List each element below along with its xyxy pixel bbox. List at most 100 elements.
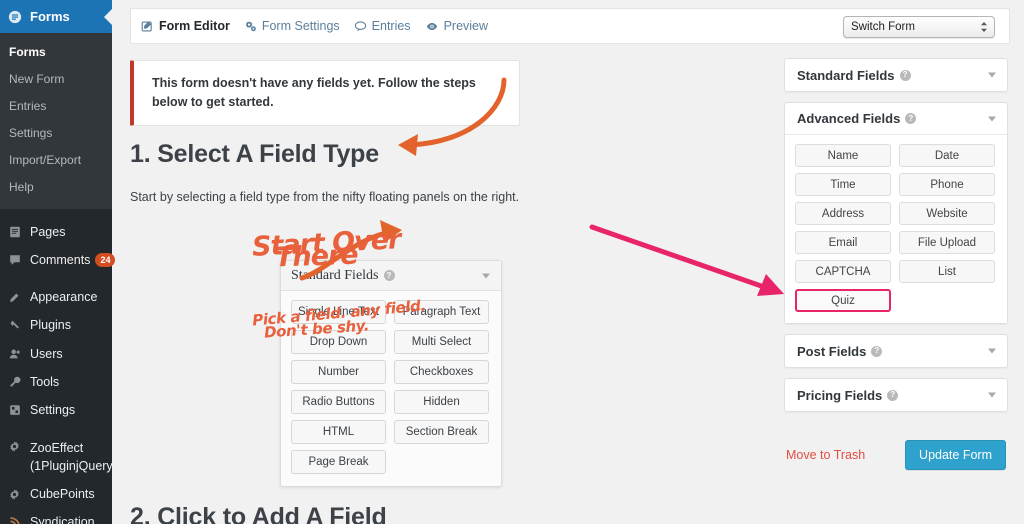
handwritten-start-over: Start Over [251, 224, 402, 263]
main-content: Form Editor Form Settings Entries Previe… [112, 0, 1024, 524]
field-button-page-break[interactable]: Page Break [291, 450, 386, 474]
field-button-phone[interactable]: Phone [899, 173, 995, 196]
sidebar-item-syndication[interactable]: Syndication [0, 508, 112, 524]
floating-panel-header[interactable]: Standard Fields ? [281, 261, 501, 291]
sidebar-item-cubepoints-label: CubePoints [30, 487, 95, 502]
field-button-radio-buttons[interactable]: Radio Buttons [291, 390, 386, 414]
submenu-item-settings[interactable]: Settings [0, 120, 112, 147]
field-button-captcha[interactable]: CAPTCHA [795, 260, 891, 283]
field-button-section-break[interactable]: Section Break [394, 420, 489, 444]
tab-entries[interactable]: Entries [354, 19, 411, 33]
submenu-item-new-form[interactable]: New Form [0, 66, 112, 93]
sidebar-item-forms[interactable]: Forms [0, 0, 113, 33]
help-icon[interactable]: ? [383, 270, 395, 281]
switch-form-select[interactable]: Switch Form [843, 16, 995, 38]
panel-standard-fields-title: Standard Fields [797, 67, 895, 83]
field-button-website[interactable]: Website [899, 202, 995, 225]
panel-standard-fields: Standard Fields ? [784, 58, 1008, 92]
help-icon[interactable]: ? [887, 389, 899, 401]
field-button-name[interactable]: Name [795, 144, 891, 167]
field-button-file-upload[interactable]: File Upload [899, 231, 995, 254]
step-2-heading: 2. Click to Add A Field [130, 503, 387, 524]
submenu-item-help[interactable]: Help [0, 174, 112, 201]
rss-icon [8, 516, 25, 524]
submenu-item-entries[interactable]: Entries [0, 93, 112, 120]
advanced-field-button-grid: Name Date Time Phone Address Website Ema… [795, 144, 997, 312]
field-button-address[interactable]: Address [795, 202, 891, 225]
update-form-button[interactable]: Update Form [905, 440, 1006, 470]
empty-form-notice-text: This form doesn't have any fields yet. F… [152, 76, 476, 109]
field-button-checkboxes[interactable]: Checkboxes [394, 360, 489, 384]
field-button-hidden[interactable]: Hidden [394, 390, 489, 414]
submenu-label: Entries [9, 99, 47, 113]
sidebar-item-pages-label: Pages [30, 225, 66, 239]
sidebar-item-users[interactable]: Users [0, 340, 112, 368]
menu-divider [0, 209, 112, 218]
users-icon [8, 347, 25, 361]
sidebar-item-plugins-label: Plugins [30, 318, 71, 333]
step-1-description: Start by selecting a field type from the… [130, 190, 520, 204]
tab-preview[interactable]: Preview [425, 19, 488, 33]
sidebar-item-appearance-label: Appearance [30, 290, 98, 305]
field-button-multi-select[interactable]: Multi Select [394, 330, 489, 354]
gravity-forms-editor-screen: Forms Forms New Form Entries Settings Im… [0, 0, 1024, 524]
sidebar-item-appearance[interactable]: Appearance [0, 283, 112, 311]
field-button-drop-down[interactable]: Drop Down [291, 330, 386, 354]
panel-advanced-fields-header[interactable]: Advanced Fields ? [785, 103, 1007, 135]
chevron-down-icon[interactable] [988, 348, 996, 354]
sidebar-item-tools[interactable]: Tools [0, 368, 112, 396]
submenu-item-forms[interactable]: Forms [0, 39, 112, 66]
submenu-label: Help [9, 180, 34, 194]
chevron-down-icon[interactable] [988, 72, 996, 78]
help-icon[interactable]: ? [905, 113, 917, 124]
tab-form-editor[interactable]: Form Editor [141, 19, 230, 33]
chevron-down-icon[interactable] [988, 116, 996, 121]
field-button-email[interactable]: Email [795, 231, 891, 254]
step-1-heading: 1. Select A Field Type [130, 140, 379, 168]
sidebar-item-pages[interactable]: Pages [0, 218, 112, 246]
pages-icon [8, 225, 25, 239]
pink-arrow-pointing-to-quiz-button [589, 224, 784, 296]
field-button-single-line-text[interactable]: Single Line Text [291, 300, 386, 324]
sidebar-item-zooeffect-sublabel: (1PluginjQuery) [30, 459, 117, 473]
sidebar-item-syndication-label: Syndication [30, 515, 95, 524]
tab-form-settings-label: Form Settings [261, 19, 340, 33]
admin-sidebar: Forms Forms New Form Entries Settings Im… [0, 0, 117, 524]
forms-icon [8, 10, 25, 24]
sidebar-item-settings[interactable]: Settings [0, 396, 112, 424]
panel-post-fields-header[interactable]: Post Fields ? [785, 335, 1007, 367]
sidebar-item-users-label: Users [30, 346, 63, 361]
panel-pricing-fields-title: Pricing Fields [797, 387, 883, 403]
field-button-number[interactable]: Number [291, 360, 386, 384]
field-button-quiz[interactable]: Quiz [795, 289, 891, 312]
panel-advanced-fields: Advanced Fields ? Name Date Time Phone A… [784, 102, 1008, 324]
form-actions: Move to Trash Update Form [784, 440, 1008, 470]
move-to-trash-link[interactable]: Move to Trash [786, 448, 865, 462]
sidebar-item-cubepoints[interactable]: CubePoints [0, 480, 112, 508]
panel-pricing-fields-header[interactable]: Pricing Fields ? [785, 379, 1007, 411]
appearance-icon [8, 290, 25, 304]
empty-form-notice: This form doesn't have any fields yet. F… [130, 60, 520, 126]
switch-form-value: Switch Form [851, 21, 915, 33]
field-button-paragraph-text[interactable]: Paragraph Text [394, 300, 489, 324]
help-icon[interactable]: ? [899, 69, 911, 81]
field-button-date[interactable]: Date [899, 144, 995, 167]
sidebar-item-zooeffect[interactable]: ZooEffect (1PluginjQuery) [0, 433, 117, 480]
sidebar-item-plugins[interactable]: Plugins [0, 311, 112, 339]
help-icon[interactable]: ? [871, 345, 883, 357]
field-button-time[interactable]: Time [795, 173, 891, 196]
panel-standard-fields-header[interactable]: Standard Fields ? [785, 59, 1007, 91]
tab-form-settings[interactable]: Form Settings [244, 19, 340, 33]
chevron-down-icon[interactable] [482, 273, 490, 278]
submenu-item-import-export[interactable]: Import/Export [0, 147, 112, 174]
chevron-down-icon[interactable] [988, 392, 996, 398]
floating-panel-title: Standard Fields [291, 267, 379, 283]
submenu-label: Forms [9, 45, 46, 59]
field-button-html[interactable]: HTML [291, 420, 386, 444]
floating-field-button-grid: Single Line Text Paragraph Text Drop Dow… [291, 300, 491, 474]
sidebar-item-zooeffect-label: ZooEffect [30, 440, 84, 455]
submenu-label: Settings [9, 126, 53, 140]
sidebar-item-comments[interactable]: Comments 24 [0, 246, 116, 274]
field-button-list[interactable]: List [899, 260, 995, 283]
forms-submenu: Forms New Form Entries Settings Import/E… [0, 33, 112, 209]
